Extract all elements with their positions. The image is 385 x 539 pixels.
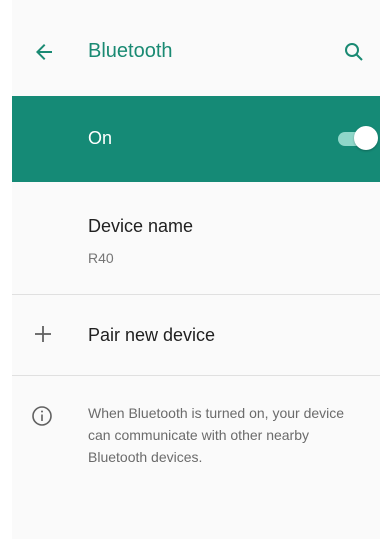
- bluetooth-on-label: On: [88, 128, 113, 148]
- app-bar: Bluetooth: [12, 0, 380, 96]
- search-button[interactable]: [342, 40, 366, 64]
- pair-new-device-item[interactable]: Pair new device: [12, 295, 380, 375]
- pair-new-device-label: Pair new device: [88, 325, 216, 345]
- bluetooth-switch[interactable]: [338, 124, 378, 152]
- bluetooth-on-toggle-row[interactable]: On: [12, 96, 380, 182]
- bluetooth-info: When Bluetooth is turned on, your device…: [12, 376, 380, 496]
- back-button[interactable]: [32, 40, 56, 64]
- device-name-value: R40: [88, 250, 114, 266]
- device-name-item[interactable]: Device name R40: [12, 182, 380, 294]
- plus-icon: [30, 321, 56, 347]
- search-icon: [345, 43, 363, 61]
- bluetooth-settings-screen: Bluetooth On Device name R40 Pair new de…: [12, 0, 380, 539]
- left-edge: [0, 0, 12, 539]
- info-icon: [30, 404, 54, 428]
- arrow-left-icon: [36, 44, 52, 60]
- device-name-title: Device name: [88, 216, 194, 236]
- info-text: When Bluetooth is turned on, your device…: [88, 405, 345, 465]
- page-title: Bluetooth: [88, 40, 173, 62]
- right-edge: [380, 0, 385, 539]
- switch-thumb: [354, 126, 378, 150]
